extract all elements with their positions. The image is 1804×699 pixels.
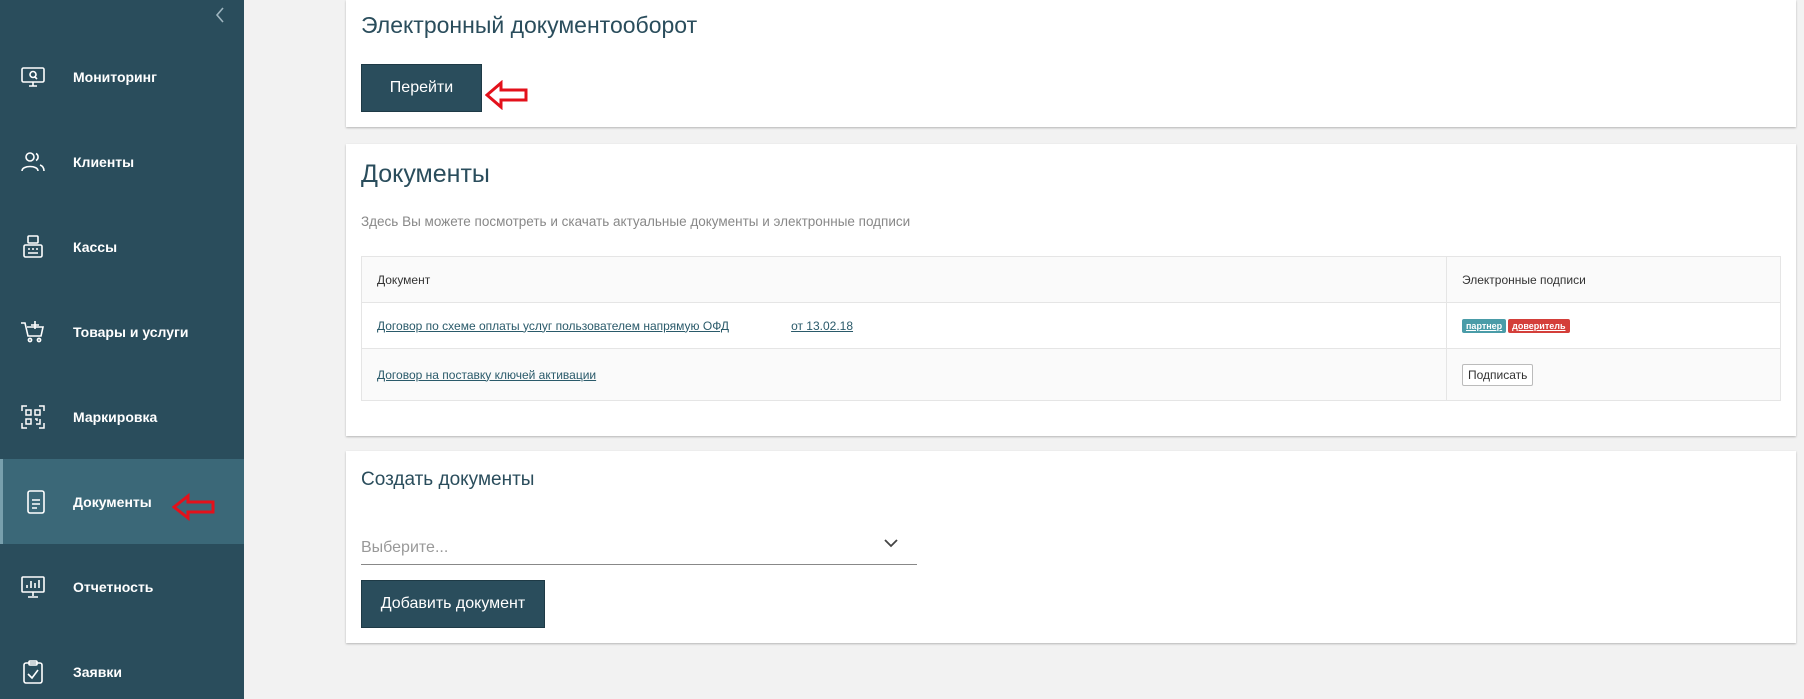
sidebar-item-reports[interactable]: Отчетность [0,544,244,629]
edo-title: Электронный документооборот [361,12,698,38]
documents-table: Документ Электронные подписи Договор по … [361,256,1781,401]
sidebar-item-label: Кассы [73,238,118,255]
add-document-button[interactable]: Добавить документ [361,580,545,628]
sidebar-item-requests[interactable]: Заявки [0,629,244,699]
document-type-select[interactable]: Выберите... [361,521,917,565]
documents-description: Здесь Вы можете посмотреть и скачать акт… [361,214,911,229]
sidebar-item-label: Товары и услуги [73,323,189,340]
signatures-cell: Подписать [1446,348,1781,401]
go-button[interactable]: Перейти [361,64,482,112]
chart-board-icon [21,575,45,598]
document-link[interactable]: Договор по схеме оплаты услуг пользовате… [377,319,853,333]
signature-badge-partner[interactable]: партнер [1462,319,1507,333]
annotation-arrow-icon [485,80,528,110]
column-header: Электронные подписи [1446,256,1781,303]
sidebar-item-label: Маркировка [73,408,158,425]
create-title: Создать документы [361,469,535,490]
document-link[interactable]: Договор на поставку ключей активации [377,368,596,382]
qr-code-icon [21,404,45,429]
sidebar-item-goods[interactable]: Товары и услуги [0,289,244,374]
create-documents-card: Создать документы Выберите... Добавить д… [346,451,1796,643]
documents-title: Документы [361,160,490,188]
sidebar-item-marking[interactable]: Маркировка [0,374,244,459]
table-header-row: Документ Электронные подписи [361,256,1781,303]
documents-card: Документы Здесь Вы можете посмотреть и с… [346,144,1796,436]
document-link-text: Договор по схеме оплаты услуг пользовате… [377,318,730,333]
document-cell: Договор на поставку ключей активации [361,348,1447,401]
collapse-sidebar-icon[interactable] [210,4,230,26]
chevron-down-icon [884,539,898,548]
sidebar-item-label: Отчетность [73,578,154,595]
table-row: Договор на поставку ключей активации Под… [361,348,1781,401]
sidebar: Мониторинг Клиенты Кассы Товары и услуги… [0,0,244,699]
sidebar-item-label: Заявки [73,663,122,680]
document-link-date: от 13.02.18 [791,318,854,333]
sidebar-item-monitoring[interactable]: Мониторинг [0,34,244,119]
document-icon [27,489,45,514]
sidebar-item-clients[interactable]: Клиенты [0,119,244,204]
monitor-icon [21,66,45,87]
signature-badge-principal[interactable]: доверитель [1508,319,1570,333]
select-placeholder: Выберите... [361,539,449,556]
clipboard-check-icon [23,659,43,684]
users-icon [21,151,45,171]
signatures-cell: партнер доверитель [1446,302,1781,349]
annotation-arrow-icon [172,493,215,521]
document-cell: Договор по схеме оплаты услуг пользовате… [361,302,1447,349]
sidebar-item-label: Мониторинг [73,68,157,85]
column-header: Документ [361,256,1447,303]
table-row: Договор по схеме оплаты услуг пользовате… [361,302,1781,349]
cart-icon [21,320,44,342]
sidebar-item-cash-registers[interactable]: Кассы [0,204,244,289]
sidebar-item-label: Документы [73,493,152,510]
sidebar-item-label: Клиенты [73,153,135,170]
edo-card: Электронный документооборот Перейти [346,0,1796,127]
cash-register-icon [23,234,43,258]
sign-button[interactable]: Подписать [1462,363,1534,386]
